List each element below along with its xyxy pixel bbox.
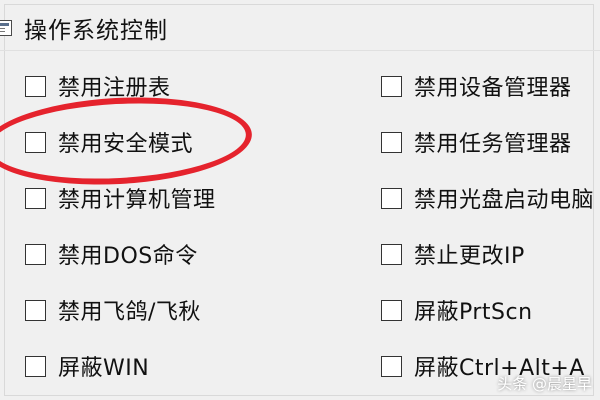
option-label: 禁止更改IP (414, 244, 525, 269)
option-disable-safe-mode[interactable]: 禁用安全模式 (25, 114, 325, 170)
option-label: 禁用任务管理器 (414, 132, 572, 157)
header-divider (0, 50, 600, 51)
checkbox[interactable] (381, 355, 402, 377)
checkbox[interactable] (381, 299, 402, 321)
option-disable-cd-boot[interactable]: 禁用光盘启动电脑 (381, 170, 600, 226)
window-icon (0, 20, 12, 36)
checkbox[interactable] (381, 187, 402, 209)
option-disable-dos[interactable]: 禁用DOS命令 (25, 226, 325, 282)
option-block-win[interactable]: 屏蔽WIN (25, 338, 325, 394)
option-label: 禁用设备管理器 (414, 76, 572, 101)
option-block-prtscn[interactable]: 屏蔽PrtScn (381, 282, 600, 338)
checkbox[interactable] (381, 243, 402, 265)
options-column-right: 禁用设备管理器 禁用任务管理器 禁用光盘启动电脑 禁止更改IP 屏蔽PrtScn… (381, 58, 600, 394)
checkbox[interactable] (25, 131, 46, 153)
checkbox[interactable] (25, 243, 46, 265)
option-label: 禁用DOS命令 (58, 244, 198, 269)
option-label: 禁用飞鸽/飞秋 (58, 300, 201, 325)
option-label: 禁用注册表 (58, 76, 171, 101)
watermark: 头条 @晨星早 (497, 375, 592, 393)
option-disable-registry[interactable]: 禁用注册表 (25, 58, 325, 114)
section-title: 操作系统控制 (24, 18, 168, 44)
option-disable-feige[interactable]: 禁用飞鸽/飞秋 (25, 282, 325, 338)
section-header: 操作系统控制 (0, 8, 600, 48)
checkbox[interactable] (25, 75, 46, 97)
checkbox[interactable] (381, 75, 402, 97)
checkbox[interactable] (381, 131, 402, 153)
option-label: 禁用计算机管理 (58, 188, 216, 213)
option-disable-task-manager[interactable]: 禁用任务管理器 (381, 114, 600, 170)
option-disable-computer-management[interactable]: 禁用计算机管理 (25, 170, 325, 226)
option-disable-device-manager[interactable]: 禁用设备管理器 (381, 58, 600, 114)
checkbox[interactable] (25, 299, 46, 321)
option-forbid-change-ip[interactable]: 禁止更改IP (381, 226, 600, 282)
option-label: 屏蔽WIN (58, 356, 150, 381)
option-label: 禁用光盘启动电脑 (414, 188, 595, 213)
checkbox[interactable] (25, 187, 46, 209)
option-label: 禁用安全模式 (58, 132, 194, 157)
option-label: 屏蔽PrtScn (414, 300, 533, 325)
checkbox[interactable] (25, 355, 46, 377)
options-column-left: 禁用注册表 禁用安全模式 禁用计算机管理 禁用DOS命令 禁用飞鸽/飞秋 屏蔽W… (25, 58, 325, 394)
